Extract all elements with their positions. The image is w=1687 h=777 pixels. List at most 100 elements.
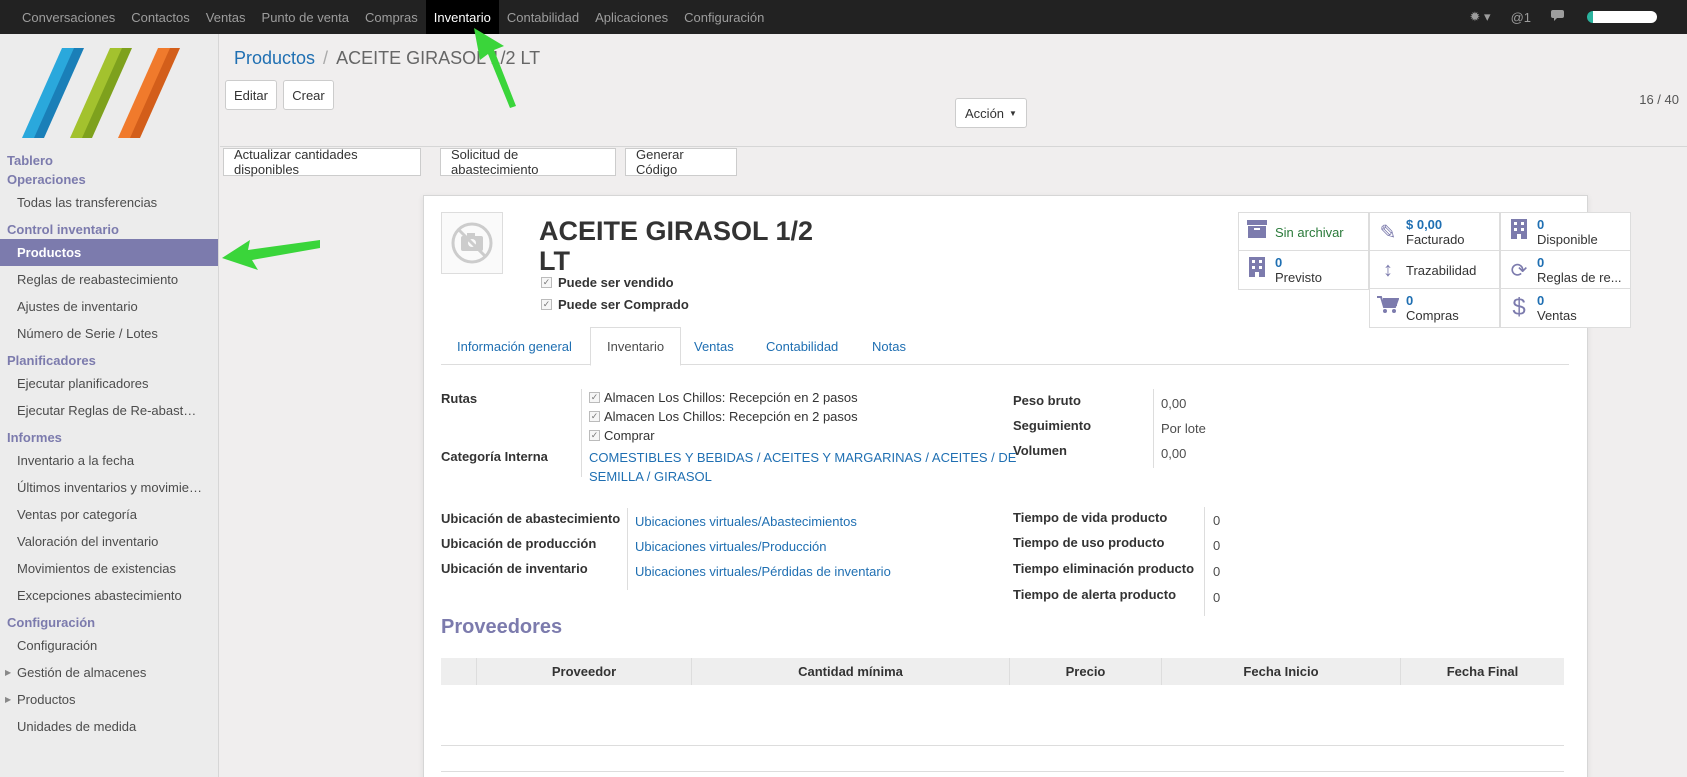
- field-divider: [627, 508, 628, 590]
- procurement-location-label: Ubicación de abastecimiento: [441, 511, 621, 526]
- building-icon: [1239, 257, 1275, 283]
- route-option[interactable]: ✓ Almacen Los Chillos: Recepción en 2 pas…: [589, 409, 858, 424]
- category-link[interactable]: COMESTIBLES Y BEBIDAS / ACEITES Y MARGAR…: [589, 450, 1016, 465]
- can-buy-label: Puede ser Comprado: [558, 297, 689, 312]
- bug-icon[interactable]: ✹ ▾: [1470, 9, 1491, 25]
- column-supplier[interactable]: Proveedor: [476, 658, 691, 685]
- sidebar-item-label: Valoración del inventario: [17, 534, 159, 549]
- sidebar-item[interactable]: Últimos inventarios y movimientos: [0, 474, 218, 501]
- sidebar-section-title[interactable]: Control inventario: [0, 220, 218, 239]
- can-sell-checkbox[interactable]: ✓ Puede ser vendido: [541, 275, 674, 290]
- systray: ✹ ▾ @1: [1470, 0, 1657, 34]
- sidebar-section-title[interactable]: Tablero: [0, 151, 218, 170]
- sidebar-item[interactable]: Ventas por categoría: [0, 501, 218, 528]
- sidebar-item[interactable]: Número de Serie / Lotes: [0, 320, 218, 347]
- sidebar-item[interactable]: Ejecutar planificadores: [0, 370, 218, 397]
- archive-button[interactable]: Sin archivar: [1238, 212, 1369, 252]
- column-min-qty[interactable]: Cantidad mínima: [691, 658, 1009, 685]
- invoiced-button[interactable]: ✎ $ 0,00 Facturado: [1369, 212, 1500, 252]
- sidebar-item[interactable]: Ajustes de inventario: [0, 293, 218, 320]
- traceability-button[interactable]: ↕ Trazabilidad: [1369, 250, 1500, 290]
- breadcrumb-parent[interactable]: Productos: [234, 48, 315, 68]
- mentions-counter[interactable]: @1: [1511, 10, 1531, 25]
- user-menu[interactable]: [1587, 11, 1657, 23]
- topmenu-item[interactable]: Punto de venta: [254, 0, 357, 34]
- sidebar-item[interactable]: Valoración del inventario: [0, 528, 218, 555]
- topmenu-item[interactable]: Ventas: [198, 0, 254, 34]
- procurement-request-button[interactable]: Solicitud de abastecimiento: [440, 147, 616, 177]
- inventory-location-label: Ubicación de inventario: [441, 561, 588, 576]
- sidebar-section-title[interactable]: Informes: [0, 428, 218, 447]
- tab-sales[interactable]: Ventas: [678, 327, 750, 366]
- pager-value[interactable]: 16 / 40: [1639, 92, 1679, 107]
- sidebar-item[interactable]: Inventario a la fecha: [0, 447, 218, 474]
- sales-button[interactable]: $ 0 Ventas: [1500, 288, 1631, 328]
- tracking-label: Seguimiento: [1013, 418, 1092, 433]
- annotation-arrow-icon: [222, 240, 320, 270]
- archive-icon: [1239, 220, 1275, 244]
- checkbox-icon[interactable]: ✓: [589, 392, 600, 403]
- purchases-value: 0: [1406, 293, 1414, 308]
- category-link-cont[interactable]: SEMILLA / GIRASOL: [589, 469, 712, 484]
- can-buy-checkbox[interactable]: ✓ Puede ser Comprado: [541, 297, 689, 312]
- caret-down-icon: ▼: [1009, 108, 1017, 118]
- route-option[interactable]: ✓ Comprar: [589, 428, 655, 443]
- forecast-button[interactable]: 0 Previsto: [1238, 250, 1369, 290]
- sidebar-item[interactable]: ▶ Productos: [0, 686, 218, 713]
- caret-right-icon: ▶: [5, 695, 12, 704]
- procurement-location-link[interactable]: Ubicaciones virtuales/Abastecimientos: [635, 514, 857, 529]
- form-content: ACEITE GIRASOL 1/2 LT ✓ Puede ser vendido…: [220, 179, 1687, 777]
- alert-time-label: Tiempo de alerta producto: [1013, 587, 1177, 602]
- sales-value: 0: [1537, 293, 1545, 308]
- topmenu-item[interactable]: Conversaciones: [14, 0, 123, 34]
- invoiced-label: Facturado: [1406, 232, 1465, 247]
- tab-inventory[interactable]: Inventario: [590, 327, 682, 366]
- sidebar-item[interactable]: ▶ Gestión de almacenes: [0, 659, 218, 686]
- sidebar-item[interactable]: Todas las transferencias: [0, 189, 218, 216]
- topmenu-item[interactable]: Configuración: [676, 0, 772, 34]
- column-end-date[interactable]: Fecha Final: [1400, 658, 1564, 685]
- route-option[interactable]: ✓ Almacen Los Chillos: Recepción en 2 pas…: [589, 390, 858, 405]
- product-image[interactable]: [441, 212, 503, 274]
- sidebar-item[interactable]: Movimientos de existencias: [0, 555, 218, 582]
- column-price[interactable]: Precio: [1009, 658, 1161, 685]
- topmenu-item[interactable]: Aplicaciones: [587, 0, 676, 34]
- create-button[interactable]: Crear: [283, 80, 334, 110]
- chat-icon[interactable]: [1551, 9, 1567, 26]
- action-dropdown[interactable]: Acción ▼: [955, 98, 1027, 128]
- checkbox-icon[interactable]: ✓: [541, 299, 552, 310]
- sidebar-section-title[interactable]: Planificadores: [0, 351, 218, 370]
- checkbox-icon[interactable]: ✓: [541, 277, 552, 288]
- tab-accounting[interactable]: Contabilidad: [750, 327, 854, 366]
- tab-general-info[interactable]: Información general: [441, 327, 588, 366]
- available-button[interactable]: 0 Disponible: [1500, 212, 1631, 252]
- purchases-button[interactable]: 0 Compras: [1369, 288, 1500, 328]
- update-qty-button[interactable]: Actualizar cantidades disponibles: [223, 147, 421, 177]
- shopping-cart-icon: [1370, 296, 1406, 320]
- sidebar-item[interactable]: Reglas de reabastecimiento: [0, 266, 218, 293]
- tab-notes[interactable]: Notas: [856, 327, 922, 366]
- topmenu-item[interactable]: Compras: [357, 0, 426, 34]
- control-panel: Productos / ACEITE GIRASOL 1/2 LT Editar C…: [220, 34, 1687, 147]
- removal-time-label: Tiempo eliminación producto: [1013, 561, 1195, 576]
- sidebar-section-title[interactable]: Configuración: [0, 613, 218, 632]
- reorder-rules-button[interactable]: ⟳ 0 Reglas de re...: [1500, 250, 1631, 290]
- field-divider: [1153, 389, 1154, 468]
- sidebar-item[interactable]: Excepciones abastecimiento: [0, 582, 218, 609]
- topmenu-item[interactable]: Contactos: [123, 0, 198, 34]
- column-start-date[interactable]: Fecha Inicio: [1161, 658, 1400, 685]
- sidebar-item[interactable]: Productos: [0, 239, 218, 266]
- checkbox-icon[interactable]: ✓: [589, 411, 600, 422]
- form-header: Actualizar cantidades disponibles Solici…: [220, 147, 1687, 179]
- checkbox-icon[interactable]: ✓: [589, 430, 600, 441]
- inventory-location-link[interactable]: Ubicaciones virtuales/Pérdidas de invent…: [635, 564, 891, 579]
- annotation-arrow-icon: [474, 28, 516, 108]
- edit-button[interactable]: Editar: [225, 80, 277, 110]
- sidebar-section-title[interactable]: Operaciones: [0, 170, 218, 189]
- sidebar-item[interactable]: Unidades de medida: [0, 713, 218, 740]
- building-icon: [1501, 219, 1537, 245]
- sidebar-item[interactable]: Configuración: [0, 632, 218, 659]
- production-location-link[interactable]: Ubicaciones virtuales/Producción: [635, 539, 826, 554]
- sidebar-item[interactable]: Ejecutar Reglas de Re-abastecimiento: [0, 397, 218, 424]
- generate-code-button[interactable]: Generar Código: [625, 147, 737, 177]
